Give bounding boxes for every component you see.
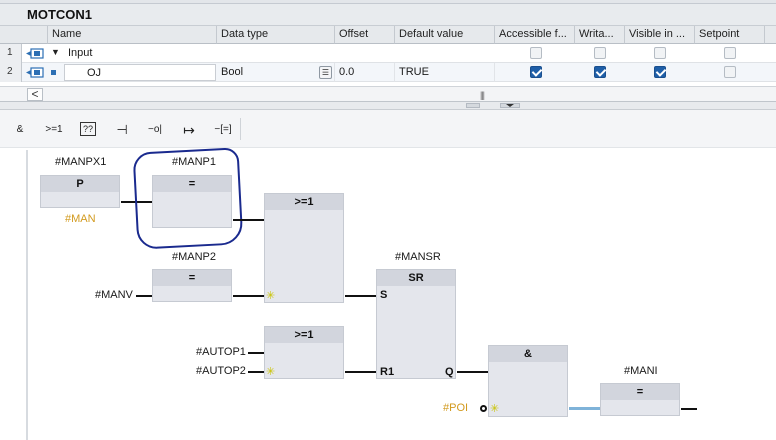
wire [681, 408, 697, 410]
toolbar-divider [240, 118, 241, 140]
table-row[interactable]: 2 OJ Bool ☰ 0.0 TRUE [0, 63, 776, 82]
wire [136, 295, 152, 297]
default-value-cell[interactable]: TRUE [395, 63, 495, 82]
chevron-down-icon[interactable] [505, 103, 515, 108]
row-number: 2 [0, 63, 22, 82]
column-header-offset[interactable]: Offset [335, 26, 395, 44]
column-header-setpoint[interactable]: Setpoint [695, 26, 765, 44]
interface-input-icon [26, 48, 44, 59]
column-header-extra [765, 26, 776, 44]
or2-input1-operand[interactable]: #AUTOP1 [196, 346, 246, 358]
or2-block[interactable]: >=1 [264, 326, 344, 379]
empty-box-button[interactable]: ?? [76, 118, 100, 140]
or-box-button[interactable]: >=1 [40, 118, 68, 140]
negation-circle-icon [480, 405, 487, 412]
and-input-operand[interactable]: #POI [443, 402, 468, 414]
sr-pin-r1: R1 [380, 366, 395, 378]
column-header-visible[interactable]: Visible in ... [625, 26, 695, 44]
wire [345, 371, 376, 373]
assign3-title: = [601, 384, 679, 400]
or2-input2-operand[interactable]: #AUTOP2 [196, 365, 246, 377]
negation-button[interactable]: −o| [142, 118, 168, 140]
selected-wire[interactable] [569, 407, 600, 410]
header-corner [0, 26, 48, 44]
expand-arrow-icon[interactable]: ▼ [51, 47, 60, 57]
setpoint-checkbox[interactable] [724, 47, 736, 59]
branch-button[interactable]: ↦ [176, 118, 202, 140]
empty-input-star-icon[interactable]: ✳ [266, 289, 275, 302]
row-number: 1 [0, 44, 22, 63]
assign2-input-operand[interactable]: #MANV [95, 289, 133, 301]
wire [345, 295, 376, 297]
wire [248, 371, 264, 373]
table-row[interactable]: 1 ▼ Input [0, 44, 776, 63]
column-header-accessible[interactable]: Accessible f... [495, 26, 575, 44]
block-title-bar: MOTCON1 [0, 4, 776, 26]
assign2-block[interactable]: = [152, 269, 232, 302]
sr-pin-s: S [380, 289, 388, 301]
scroll-grip[interactable]: ||| [480, 90, 485, 100]
column-header-default-value[interactable]: Default value [395, 26, 495, 44]
p-block-title: P [41, 176, 119, 192]
and-title: & [489, 346, 567, 362]
setpoint-checkbox[interactable] [724, 66, 736, 78]
interface-table: MOTCON1 Name Data type Offset Default va… [0, 0, 776, 104]
block-title: MOTCON1 [27, 7, 92, 22]
sr-pin-q: Q [445, 366, 454, 378]
empty-input-star-icon[interactable]: ✳ [266, 365, 275, 378]
member-bullet-icon [51, 70, 56, 75]
nc-contact-button[interactable]: ⊣ [110, 118, 134, 140]
horizontal-scrollbar[interactable]: < ||| [0, 86, 776, 102]
assign3-block[interactable]: = [600, 383, 680, 416]
wire [233, 295, 264, 297]
column-header-writable[interactable]: Writa... [575, 26, 625, 44]
accessible-checkbox[interactable] [530, 66, 542, 78]
splitter-handle-up[interactable] [466, 103, 480, 108]
sr-instance-label: #MANSR [395, 251, 441, 263]
data-type-cell[interactable]: Bool [217, 63, 335, 82]
assign3-instance-label: #MANI [624, 365, 658, 377]
assign2-instance-label: #MANP2 [172, 251, 217, 263]
or1-block[interactable]: >=1 [264, 193, 344, 303]
row-name[interactable]: Input [64, 44, 214, 63]
writable-checkbox[interactable] [594, 66, 606, 78]
wire [248, 352, 264, 354]
sr-title: SR [377, 270, 455, 286]
type-picker-icon[interactable]: ☰ [319, 66, 332, 79]
assign2-title: = [153, 270, 231, 286]
wire [457, 371, 488, 373]
wire [233, 219, 264, 221]
visible-checkbox[interactable] [654, 66, 666, 78]
name-input[interactable]: OJ [64, 64, 216, 81]
fbd-toolbar: & >=1 ?? ⊣ −o| ↦ −[=] [0, 110, 776, 148]
column-header-name[interactable]: Name [48, 26, 217, 44]
scroll-left-button[interactable]: < [27, 88, 43, 101]
network-left-rail [26, 150, 28, 440]
p-edge-block[interactable]: P [40, 175, 120, 208]
or1-title: >=1 [265, 194, 343, 210]
interface-input-icon [26, 67, 44, 78]
visible-checkbox[interactable] [654, 47, 666, 59]
accessible-checkbox[interactable] [530, 47, 542, 59]
p-block-input-operand[interactable]: #MAN [65, 213, 96, 225]
sr-block[interactable]: SR [376, 269, 456, 379]
pane-splitter[interactable] [0, 102, 776, 110]
hand-drawn-circle-annotation [132, 147, 244, 250]
assignment-button[interactable]: −[=] [208, 118, 238, 140]
empty-input-star-icon[interactable]: ✳ [490, 402, 499, 415]
writable-checkbox[interactable] [594, 47, 606, 59]
and-box-button[interactable]: & [8, 118, 32, 140]
p-block-instance-label: #MANPX1 [55, 156, 107, 168]
or2-title: >=1 [265, 327, 343, 343]
empty-box-icon: ?? [79, 122, 96, 136]
column-header-data-type[interactable]: Data type [217, 26, 335, 44]
offset-cell: 0.0 [335, 63, 395, 82]
and-block[interactable]: & [488, 345, 568, 417]
